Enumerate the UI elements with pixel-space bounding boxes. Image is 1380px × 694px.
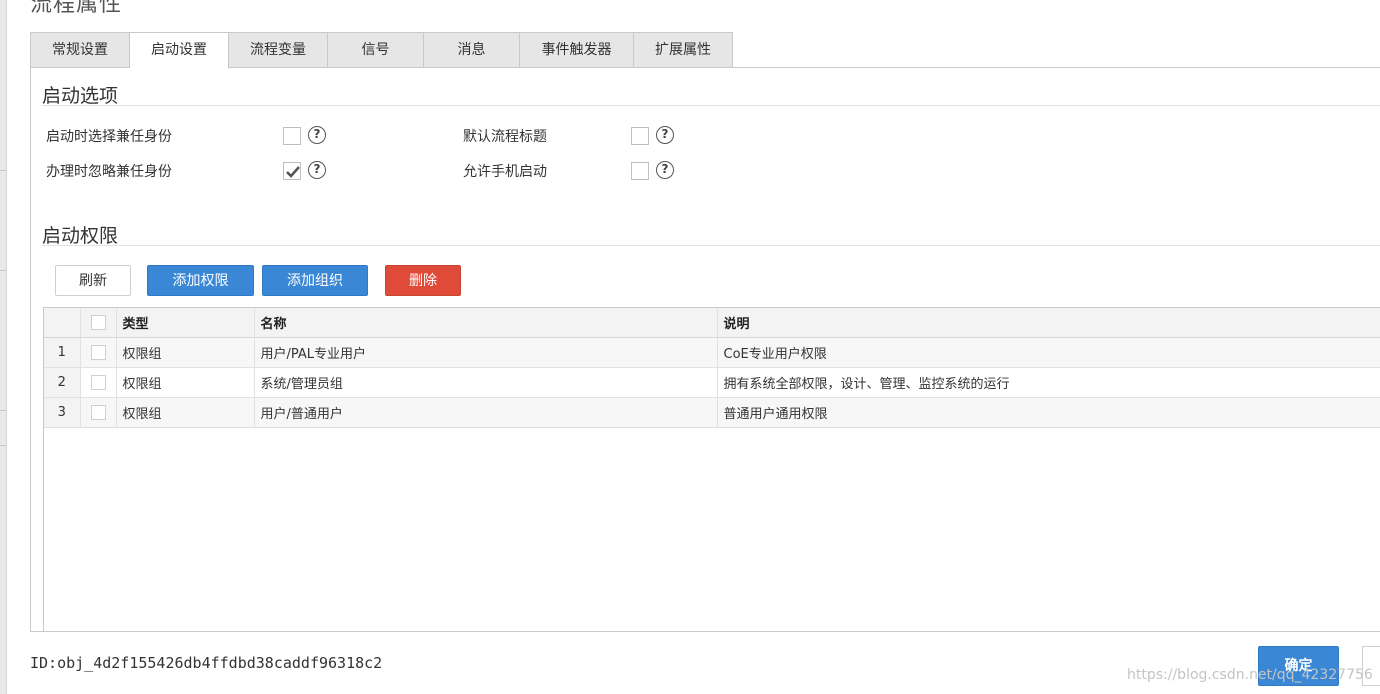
start-options-title: 启动选项: [42, 85, 119, 107]
tab-start-settings[interactable]: 启动设置: [130, 32, 229, 69]
tab-extended-attributes[interactable]: 扩展属性: [634, 32, 733, 68]
option-label-ignore-concurrent: 办理时忽略兼任身份: [46, 164, 172, 180]
row-checkbox[interactable]: [90, 375, 106, 390]
cell-type: 权限组: [116, 367, 255, 398]
row-checkbox[interactable]: [90, 405, 106, 420]
background-window-edge: [0, 0, 7, 694]
watermark: https://blog.csdn.net/qq_42327756: [1127, 667, 1373, 683]
section-divider: [42, 105, 1380, 106]
checkmark-icon: [286, 166, 300, 178]
cell-type: 权限组: [116, 397, 255, 428]
cell-name: 用户/普通用户: [254, 397, 718, 428]
help-icon[interactable]: ?: [656, 161, 674, 179]
cell-name: 用户/PAL专业用户: [254, 337, 718, 368]
table-row[interactable]: 2 权限组 系统/管理员组 拥有系统全部权限，设计、管理、监控系统的运行: [44, 367, 1380, 398]
row-checkbox[interactable]: [90, 345, 106, 360]
help-icon[interactable]: ?: [308, 161, 326, 179]
cell-description: 拥有系统全部权限，设计、管理、监控系统的运行: [717, 367, 1380, 398]
tab-bar: 常规设置 启动设置 流程变量 信号 消息 事件触发器 扩展属性: [30, 32, 733, 69]
tab-message[interactable]: 消息: [424, 32, 520, 68]
option-label-mobile-start: 允许手机启动: [463, 164, 547, 180]
option-label-select-concurrent: 启动时选择兼任身份: [46, 129, 172, 145]
tab-event-trigger[interactable]: 事件触发器: [520, 32, 634, 68]
row-number-header: [44, 308, 81, 338]
row-select-cell: [80, 337, 117, 368]
tab-process-variables[interactable]: 流程变量: [229, 32, 328, 68]
cell-description: CoE专业用户权限: [717, 337, 1380, 368]
help-icon[interactable]: ?: [656, 126, 674, 144]
cell-name: 系统/管理员组: [254, 367, 718, 398]
row-number: 1: [44, 337, 81, 368]
dialog-title: 流程属性: [30, 0, 123, 17]
cell-type: 权限组: [116, 337, 255, 368]
checkbox-mobile-start[interactable]: [631, 162, 649, 180]
tab-general[interactable]: 常规设置: [30, 32, 130, 68]
cell-description: 普通用户通用权限: [717, 397, 1380, 428]
object-id: ID:obj_4d2f155426db4ffdbd38caddf96318c2: [30, 654, 383, 672]
table-row[interactable]: 3 权限组 用户/普通用户 普通用户通用权限: [44, 397, 1380, 428]
column-header-type[interactable]: 类型: [116, 308, 255, 338]
row-number: 2: [44, 367, 81, 398]
select-all-cell: [80, 308, 117, 338]
column-header-description[interactable]: 说明: [717, 308, 1380, 338]
column-header-name[interactable]: 名称: [254, 308, 718, 338]
permissions-table: 类型 名称 说明 1 权限组 用户/PAL专业用户 CoE专业用户权限 2 权限…: [43, 307, 1380, 631]
delete-button[interactable]: 删除: [385, 265, 461, 296]
table-row[interactable]: 1 权限组 用户/PAL专业用户 CoE专业用户权限: [44, 337, 1380, 368]
refresh-button[interactable]: 刷新: [55, 265, 131, 296]
select-all-checkbox[interactable]: [90, 315, 106, 330]
add-organization-button[interactable]: 添加组织: [262, 265, 368, 296]
section-divider: [42, 245, 1380, 246]
option-label-default-title: 默认流程标题: [463, 129, 547, 145]
tab-signal[interactable]: 信号: [328, 32, 424, 68]
checkbox-select-concurrent[interactable]: [283, 127, 301, 145]
checkbox-ignore-concurrent[interactable]: [283, 162, 301, 180]
table-header-row: 类型 名称 说明: [44, 308, 1380, 338]
add-permission-button[interactable]: 添加权限: [147, 265, 254, 296]
start-permissions-title: 启动权限: [42, 225, 119, 247]
row-number: 3: [44, 397, 81, 428]
checkbox-default-title[interactable]: [631, 127, 649, 145]
row-select-cell: [80, 397, 117, 428]
help-icon[interactable]: ?: [308, 126, 326, 144]
row-select-cell: [80, 367, 117, 398]
